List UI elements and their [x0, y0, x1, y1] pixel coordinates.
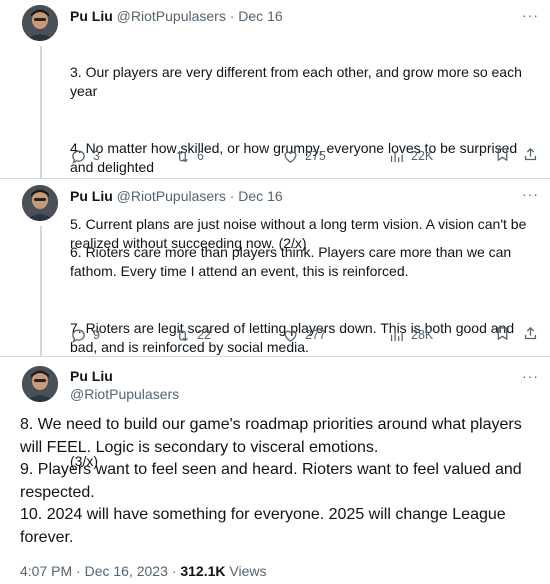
reply-count: 9 — [93, 328, 100, 342]
tweet-time[interactable]: 4:07 PM — [20, 563, 72, 579]
bookmark-icon — [497, 148, 508, 161]
tweet-1[interactable]: Pu Liu @RiotPupulasers · Dec 16 ··· 3. O… — [0, 0, 550, 251]
avatar[interactable] — [22, 366, 58, 402]
views-button[interactable]: 28K — [388, 325, 433, 345]
share-button[interactable] — [522, 146, 539, 163]
views-label: Views — [229, 563, 267, 579]
bookmark-button[interactable] — [494, 146, 511, 163]
reply-count: 3 — [93, 149, 100, 163]
author-name[interactable]: Pu Liu — [70, 367, 113, 385]
author-name[interactable]: Pu Liu — [70, 8, 113, 24]
tweet-date[interactable]: Dec 16 — [238, 188, 282, 204]
like-icon — [284, 151, 297, 163]
avatar[interactable] — [22, 5, 58, 41]
like-count: 275 — [305, 149, 326, 163]
repost-count: 6 — [197, 149, 204, 163]
repost-button[interactable]: 6 — [174, 146, 204, 166]
tweet-line: 9. Players want to feel seen and heard. … — [20, 461, 522, 501]
separator: · — [76, 563, 81, 579]
views-icon — [390, 151, 403, 162]
more-icon[interactable]: ··· — [522, 369, 539, 383]
tweet-meta: 4:07 PM · Dec 16, 2023 · 312.1K Views — [20, 562, 266, 580]
reply-icon — [72, 329, 85, 343]
tweet-line: 3. Our players are very different from e… — [70, 64, 526, 99]
separator: · — [229, 8, 235, 24]
repost-icon — [177, 150, 188, 162]
repost-icon — [177, 329, 188, 341]
tweet-2[interactable]: Pu Liu @RiotPupulasers · Dec 16 ··· 6. R… — [0, 179, 550, 469]
divider — [0, 356, 550, 357]
views-count: 312.1K — [180, 563, 226, 579]
bookmark-icon — [497, 327, 508, 340]
tweet-line: 8. We need to build our game's roadmap p… — [20, 416, 522, 456]
thread-line — [40, 226, 42, 356]
views-icon — [390, 330, 403, 341]
tweet-date[interactable]: Dec 16 — [238, 8, 282, 24]
avatar[interactable] — [22, 185, 58, 221]
like-icon — [284, 330, 297, 342]
reply-button[interactable]: 9 — [70, 325, 100, 345]
like-button[interactable]: 275 — [282, 146, 326, 166]
reply-icon — [72, 150, 85, 164]
like-count: 277 — [305, 328, 326, 342]
tweet-header: Pu Liu @RiotPupulasers · Dec 16 — [70, 7, 283, 25]
share-icon — [524, 148, 537, 161]
share-button[interactable] — [522, 325, 539, 342]
bookmark-button[interactable] — [494, 325, 511, 342]
like-button[interactable]: 277 — [282, 325, 326, 345]
tweet-text: 8. We need to build our game's roadmap p… — [20, 414, 535, 549]
author-handle[interactable]: @RiotPupulasers — [70, 385, 179, 403]
reply-button[interactable]: 3 — [70, 146, 100, 166]
more-icon[interactable]: ··· — [522, 187, 539, 201]
views-button[interactable]: 22K — [388, 146, 433, 166]
tweet-header: Pu Liu @RiotPupulasers · Dec 16 — [70, 187, 283, 205]
views-count: 28K — [411, 328, 434, 342]
action-bar: 9 22 277 28K — [70, 325, 540, 345]
separator: · — [229, 188, 235, 204]
more-icon[interactable]: ··· — [522, 8, 539, 22]
tweet-full-date[interactable]: Dec 16, 2023 — [85, 563, 168, 579]
repost-count: 22 — [197, 328, 211, 342]
tweet-line: 10. 2024 will have something for everyon… — [20, 506, 506, 546]
repost-button[interactable]: 22 — [174, 325, 211, 345]
thread-line — [40, 46, 42, 178]
action-bar: 3 6 275 22K — [70, 146, 540, 166]
share-icon — [524, 327, 537, 340]
author-handle[interactable]: @RiotPupulasers — [117, 188, 226, 204]
author-handle[interactable]: @RiotPupulasers — [117, 8, 226, 24]
views-count: 22K — [411, 149, 434, 163]
tweet-line: 6. Rioters care more than players think.… — [70, 244, 516, 279]
author-name[interactable]: Pu Liu — [70, 188, 113, 204]
separator: · — [171, 563, 177, 579]
